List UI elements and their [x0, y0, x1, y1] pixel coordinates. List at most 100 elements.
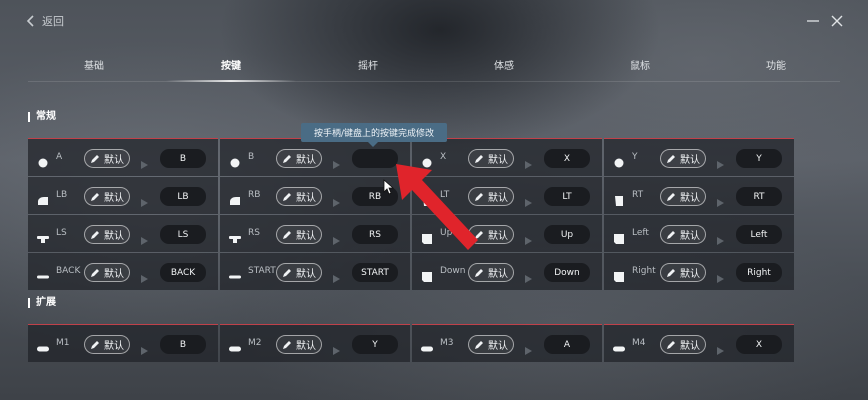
pencil-icon [91, 230, 99, 239]
reset-default-button[interactable]: 默认 [84, 149, 130, 168]
mapped-key-field[interactable]: LB [160, 187, 206, 206]
key-name: Right [632, 266, 656, 276]
extended-mapping-grid: M1 默认 B M2 默认 Y M3 默认 A M4 默认 X [28, 324, 794, 363]
mapping-column: Y 默认 Y RT 默认 RT Left 默认 Left Right 默认 Right [604, 138, 794, 291]
key-name: START [248, 266, 276, 276]
pencil-icon [91, 154, 99, 163]
dpad-icon [613, 267, 625, 282]
reset-default-button[interactable]: 默认 [660, 263, 706, 282]
reset-default-button[interactable]: 默认 [468, 335, 514, 354]
reset-default-label: 默认 [104, 231, 124, 242]
reset-default-button[interactable]: 默认 [276, 187, 322, 206]
key-name: LB [56, 190, 68, 200]
key-name: Down [440, 266, 466, 276]
reset-default-button[interactable]: 默认 [276, 225, 322, 244]
reset-default-button[interactable]: 默认 [660, 335, 706, 354]
mapped-key-field[interactable]: Up [544, 225, 590, 244]
reset-default-label: 默认 [296, 155, 316, 166]
tab-buttons[interactable]: 按键 [221, 57, 241, 72]
mapping-row: M3 默认 A [412, 325, 602, 362]
mouse-cursor-icon [383, 179, 394, 195]
section-title-general: 常规 [28, 112, 56, 122]
tab-mouse[interactable]: 鼠标 [630, 57, 650, 72]
paddle-icon [37, 339, 49, 352]
play-arrow-icon [333, 192, 340, 207]
mapping-column: B 默认 RB 默认 RB RS 默认 RS START 默认 START [220, 138, 410, 291]
key-name: A [56, 152, 63, 162]
reset-default-button[interactable]: 默认 [84, 263, 130, 282]
mapped-key-field[interactable]: RT [736, 187, 782, 206]
reset-default-button[interactable]: 默认 [660, 149, 706, 168]
mapped-key-field[interactable]: LS [160, 225, 206, 244]
mapping-row: Left 默认 Left [604, 215, 794, 252]
play-arrow-icon [717, 154, 724, 169]
paddle-icon [229, 339, 241, 352]
mapped-key-field[interactable]: X [736, 335, 782, 354]
mapped-key-field[interactable]: Down [544, 263, 590, 282]
reset-default-button[interactable]: 默认 [276, 263, 322, 282]
reset-default-button[interactable]: 默认 [660, 187, 706, 206]
key-name: RS [248, 228, 260, 238]
reset-default-label: 默认 [488, 231, 508, 242]
tab-motion[interactable]: 体感 [494, 57, 514, 72]
mapping-row: BACK 默认 BACK [28, 253, 218, 290]
reset-default-button[interactable]: 默认 [276, 335, 322, 354]
play-arrow-icon [333, 268, 340, 283]
tab-sticks[interactable]: 摇杆 [358, 57, 378, 72]
mapped-key-field[interactable]: BACK [160, 263, 206, 282]
mapped-key-field[interactable]: Y [352, 335, 398, 354]
mapping-row: LB 默认 LB [28, 177, 218, 214]
pencil-icon [283, 192, 291, 201]
key-name: Y [632, 152, 638, 162]
mapped-key-field[interactable]: X [544, 149, 590, 168]
mapping-row: B 默认 [220, 139, 410, 176]
mapped-key-field[interactable]: Left [736, 225, 782, 244]
reset-default-button[interactable]: 默认 [660, 225, 706, 244]
trigger-icon [613, 191, 625, 206]
pencil-icon [283, 230, 291, 239]
pencil-icon [283, 340, 291, 349]
mapped-key-field[interactable]: A [544, 335, 590, 354]
mapping-row: LS 默认 LS [28, 215, 218, 252]
play-arrow-icon [333, 230, 340, 245]
mapping-column: M2 默认 Y [220, 324, 410, 363]
play-arrow-icon [717, 268, 724, 283]
tab-bar: 基础 按键 摇杆 体感 鼠标 功能 [28, 52, 840, 82]
key-name: RT [632, 190, 644, 200]
remap-tooltip: 按手柄/键盘上的按键完成修改 [301, 123, 447, 142]
close-icon[interactable] [830, 14, 844, 28]
reset-default-label: 默认 [104, 193, 124, 204]
play-arrow-icon [141, 268, 148, 283]
mapped-key-field[interactable]: LT [544, 187, 590, 206]
play-arrow-icon [525, 154, 532, 169]
reset-default-button[interactable]: 默认 [84, 225, 130, 244]
play-arrow-icon [717, 230, 724, 245]
mapped-key-field[interactable]: START [352, 263, 398, 282]
mapping-column: A 默认 B LB 默认 LB LS 默认 LS BACK 默认 BACK [28, 138, 218, 291]
reset-default-label: 默认 [680, 341, 700, 352]
play-arrow-icon [525, 230, 532, 245]
active-tab-indicator [166, 80, 296, 82]
reset-default-button[interactable]: 默认 [276, 149, 322, 168]
mapped-key-field[interactable]: Right [736, 263, 782, 282]
back-label: 返回 [42, 15, 64, 28]
chevron-left-icon [26, 15, 34, 27]
tab-basic[interactable]: 基础 [84, 57, 104, 72]
mapping-column: M1 默认 B [28, 324, 218, 363]
key-name: B [248, 152, 255, 162]
minus-button-icon [229, 267, 241, 279]
mapping-row: Right 默认 Right [604, 253, 794, 290]
back-button[interactable]: 返回 [26, 13, 64, 29]
reset-default-label: 默认 [104, 341, 124, 352]
minimize-icon[interactable] [806, 14, 820, 28]
mapped-key-field[interactable]: B [160, 149, 206, 168]
mapped-key-field[interactable]: Y [736, 149, 782, 168]
play-arrow-icon [141, 154, 148, 169]
key-name: M3 [440, 338, 454, 348]
reset-default-button[interactable]: 默认 [84, 187, 130, 206]
reset-default-button[interactable]: 默认 [84, 335, 130, 354]
tab-functions[interactable]: 功能 [766, 57, 786, 72]
mapped-key-field[interactable]: B [160, 335, 206, 354]
reset-default-button[interactable]: 默认 [468, 263, 514, 282]
mapping-row: RB 默认 RB [220, 177, 410, 214]
